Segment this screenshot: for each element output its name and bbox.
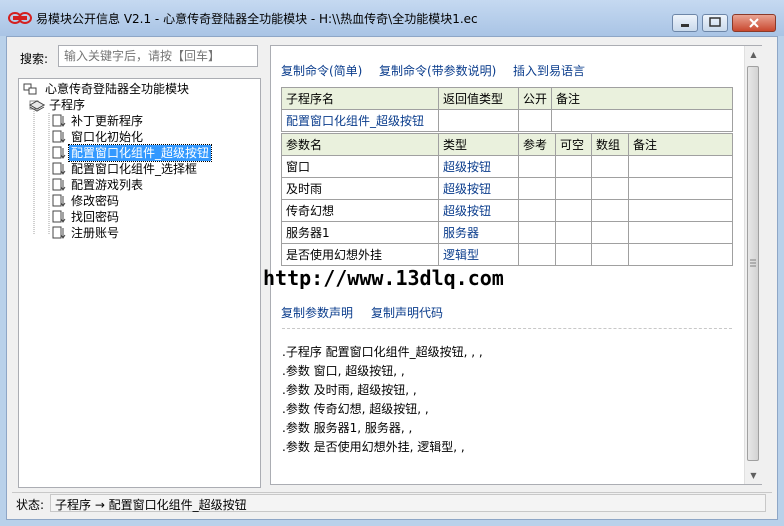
param-name-cell: 窗口 [281, 155, 439, 178]
remark-cell [551, 109, 733, 132]
code-line: .参数 传奇幻想, 超级按钮, , [282, 402, 429, 416]
scroll-down-icon[interactable]: ▼ [745, 467, 762, 484]
status-bar: 状态: 子程序 → 配置窗口化组件_超级按钮 [12, 492, 772, 515]
copy-decl-code-link[interactable]: 复制声明代码 [371, 304, 443, 321]
param-type-link[interactable]: 服务器 [438, 221, 519, 244]
grip-icon [750, 259, 756, 267]
scroll-up-icon[interactable]: ▲ [745, 46, 762, 63]
table-row: 是否使用幻想外挂 逻辑型 [281, 243, 733, 266]
tree-item[interactable]: 配置窗口化组件_选择框 [51, 161, 199, 177]
subprogram-icon [52, 162, 66, 175]
header-cell: 参考 [518, 133, 556, 156]
code-line: .参数 窗口, 超级按钮, , [282, 364, 405, 378]
module-icon [23, 83, 37, 95]
subprogram-icon [52, 130, 66, 143]
return-type-cell [438, 109, 519, 132]
tree-group-subprograms[interactable]: 子程序 [27, 97, 87, 113]
insert-to-eyuyan-link[interactable]: 插入到易语言 [513, 62, 585, 79]
param-name-cell: 及时雨 [281, 177, 439, 200]
param-name-cell: 服务器1 [281, 221, 439, 244]
vertical-scrollbar[interactable]: ▲ ▼ [744, 46, 762, 484]
header-cell: 返回值类型 [438, 87, 519, 110]
scroll-thumb[interactable] [747, 66, 759, 461]
minimize-button[interactable] [672, 14, 698, 32]
table-row: 服务器1 服务器 [281, 221, 733, 244]
divider [282, 328, 732, 329]
module-tree[interactable]: 心意传奇登陆器全功能模块 子程序 补丁更新程序 窗口化初始化 配置窗口化组件_超… [18, 78, 261, 488]
status-label: 状态: [16, 498, 45, 512]
subprogram-icon [52, 194, 66, 207]
copy-param-decl-link[interactable]: 复制参数声明 [281, 304, 353, 321]
tree-item[interactable]: 补丁更新程序 [51, 113, 145, 129]
close-icon [749, 18, 759, 28]
table-row: 窗口 超级按钮 [281, 155, 733, 178]
code-line: .子程序 配置窗口化组件_超级按钮, , , [282, 345, 483, 359]
subprogram-name-cell: 配置窗口化组件_超级按钮 [281, 109, 439, 132]
subprogram-icon [52, 226, 66, 239]
header-cell: 数组 [591, 133, 629, 156]
copy-command-with-params-link[interactable]: 复制命令(带参数说明) [379, 62, 496, 79]
header-cell: 类型 [438, 133, 519, 156]
watermark: http://www.13dlq.com [263, 266, 504, 290]
code-line: .参数 服务器1, 服务器, , [282, 421, 413, 435]
parameter-table: 参数名 类型 参考 可空 数组 备注 窗口 超级按钮 及时雨 超级按钮 传奇幻想 超级… [281, 133, 733, 266]
public-cell [517, 109, 553, 132]
maximize-icon [709, 17, 721, 27]
tree-item[interactable]: 配置游戏列表 [51, 177, 145, 193]
copy-command-simple-link[interactable]: 复制命令(简单) [281, 62, 362, 79]
code-line: .参数 及时雨, 超级按钮, , [282, 383, 417, 397]
param-name-cell: 是否使用幻想外挂 [281, 243, 439, 266]
tree-item[interactable]: 窗口化初始化 [51, 129, 145, 145]
header-cell: 公开 [517, 87, 553, 110]
header-cell: 参数名 [281, 133, 439, 156]
tree-item[interactable]: 修改密码 [51, 193, 121, 209]
status-text: 子程序 → 配置窗口化组件_超级按钮 [50, 494, 766, 512]
header-cell: 子程序名 [281, 87, 439, 110]
param-type-link[interactable]: 超级按钮 [438, 177, 519, 200]
subprogram-icon [52, 178, 66, 191]
search-label: 搜索: [20, 52, 49, 66]
param-type-link[interactable]: 逻辑型 [438, 243, 519, 266]
window-title: 易模块公开信息 V2.1 - 心意传奇登陆器全功能模块 - H:\\热血传奇\全… [36, 12, 478, 26]
book-icon [29, 100, 45, 112]
app-icon [8, 12, 32, 24]
title-bar: 易模块公开信息 V2.1 - 心意传奇登陆器全功能模块 - H:\\热血传奇\全… [0, 0, 784, 36]
search-input[interactable] [58, 45, 258, 67]
declaration-code: .子程序 配置窗口化组件_超级按钮, , , .参数 窗口, 超级按钮, , .参数… [282, 343, 483, 457]
header-cell: 可空 [555, 133, 592, 156]
param-type-link[interactable]: 超级按钮 [438, 199, 519, 222]
subprogram-icon [52, 114, 66, 127]
code-line: .参数 是否使用幻想外挂, 逻辑型, , [282, 440, 465, 454]
table-row: 及时雨 超级按钮 [281, 177, 733, 200]
tree-item[interactable]: 注册账号 [51, 225, 121, 241]
param-name-cell: 传奇幻想 [281, 199, 439, 222]
maximize-button[interactable] [702, 14, 728, 32]
close-button[interactable] [732, 14, 776, 32]
table-row: 传奇幻想 超级按钮 [281, 199, 733, 222]
param-type-link[interactable]: 超级按钮 [438, 155, 519, 178]
subprogram-icon [52, 146, 66, 159]
tree-item[interactable]: 找回密码 [51, 209, 121, 225]
header-cell: 备注 [628, 133, 733, 156]
subprogram-table: 子程序名 返回值类型 公开 备注 配置窗口化组件_超级按钮 [281, 87, 733, 132]
header-cell: 备注 [551, 87, 733, 110]
tree-item-selected[interactable]: 配置窗口化组件_超级按钮 [51, 144, 213, 162]
tree-root[interactable]: 心意传奇登陆器全功能模块 [23, 81, 191, 97]
minimize-icon [681, 24, 689, 27]
subprogram-icon [52, 210, 66, 223]
